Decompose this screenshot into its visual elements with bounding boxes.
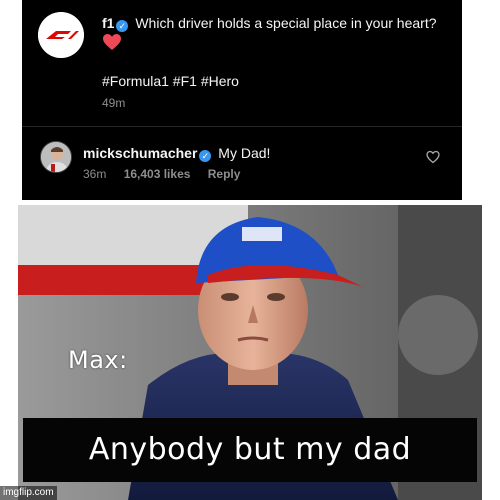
instagram-comments-panel: f1 ✓ Which driver holds a special place i… bbox=[22, 0, 462, 200]
post-hashtags[interactable]: #Formula1 #F1 #Hero bbox=[102, 72, 239, 90]
post-caption: Which driver holds a special place in yo… bbox=[135, 15, 437, 31]
caption-bar: Anybody but my dad bbox=[23, 418, 477, 482]
post-caption-line: f1 ✓ Which driver holds a special place i… bbox=[102, 14, 452, 32]
post-timestamp: 49m bbox=[102, 96, 126, 110]
profile-photo-icon bbox=[41, 142, 71, 172]
comment-line: mickschumacher ✓ My Dad! bbox=[83, 144, 270, 162]
max-label: Max: bbox=[68, 346, 128, 374]
commenter-avatar[interactable] bbox=[40, 141, 72, 173]
verified-icon: ✓ bbox=[199, 150, 212, 162]
f1-avatar[interactable] bbox=[38, 12, 84, 58]
comment-timestamp: 36m bbox=[83, 167, 107, 181]
f1-logo-icon bbox=[38, 12, 84, 58]
comment-text: My Dad! bbox=[218, 145, 271, 161]
divider bbox=[22, 126, 462, 127]
driver-photo: Max: Anybody but my dad bbox=[18, 205, 482, 500]
comment-username[interactable]: mickschumacher bbox=[83, 145, 197, 161]
comment-meta: 36m 16,403 likes Reply bbox=[83, 167, 254, 181]
like-heart-icon[interactable] bbox=[426, 150, 440, 164]
imgflip-watermark: imgflip.com bbox=[0, 486, 57, 500]
verified-icon: ✓ bbox=[116, 20, 129, 32]
post-username[interactable]: f1 bbox=[102, 15, 114, 31]
comment-likes[interactable]: 16,403 likes bbox=[124, 167, 191, 181]
reply-button[interactable]: Reply bbox=[208, 167, 241, 181]
red-heart-icon bbox=[103, 34, 121, 50]
meme-caption: Anybody but my dad bbox=[88, 432, 412, 467]
